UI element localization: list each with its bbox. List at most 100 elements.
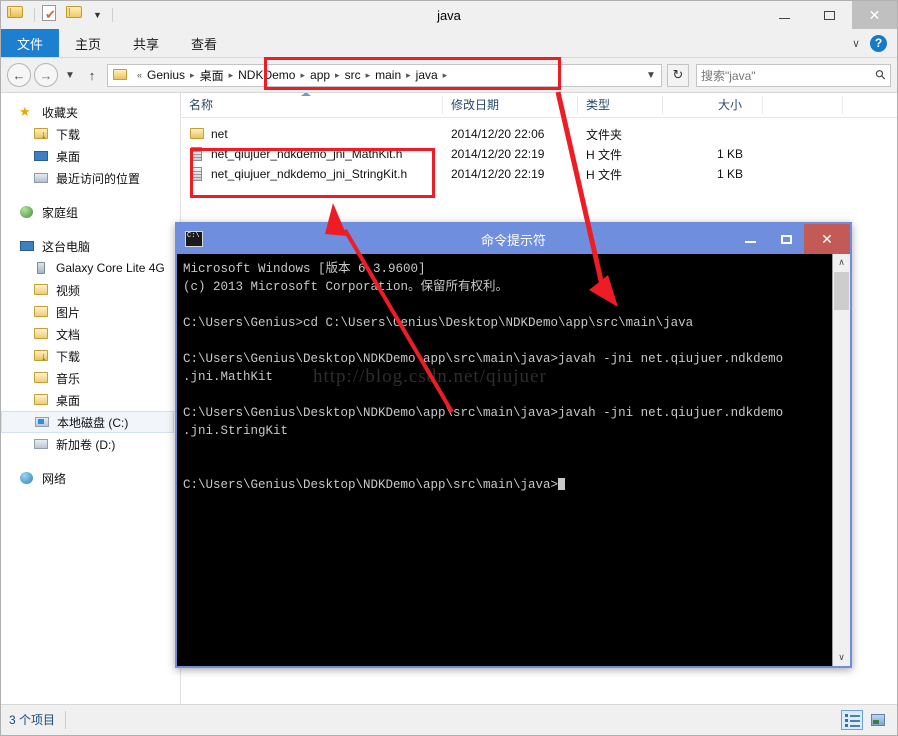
- column-header-size[interactable]: 大小: [663, 96, 763, 114]
- open-folder-icon[interactable]: [66, 5, 86, 25]
- table-row[interactable]: net_qiujuer_ndkdemo_jni_MathKit.h 2014/1…: [181, 144, 897, 164]
- scroll-down-icon[interactable]: ∨: [833, 649, 850, 666]
- breadcrumb-separator[interactable]: ▸: [333, 70, 342, 81]
- recent-locations-icon[interactable]: ▼: [61, 64, 79, 86]
- refresh-button[interactable]: ↻: [667, 63, 689, 87]
- sidebar-item-volume-d[interactable]: 新加卷 (D:): [1, 433, 180, 455]
- navigation-pane[interactable]: ★ 收藏夹 ↓ 下载 桌面 最近访问的位置 家庭组 这台电脑 Galaxy Co…: [1, 93, 181, 704]
- breadcrumb-separator[interactable]: ▸: [188, 70, 197, 81]
- file-name-cell[interactable]: net: [181, 126, 443, 142]
- breadcrumb-separator[interactable]: ▸: [441, 70, 450, 81]
- breadcrumb-item-java[interactable]: java: [413, 68, 441, 82]
- ribbon-tab-bar: 文件 主页 共享 查看 ∨ ?: [1, 29, 897, 58]
- file-name-cell[interactable]: net_qiujuer_ndkdemo_jni_MathKit.h: [181, 146, 443, 162]
- cmd-console-output[interactable]: Microsoft Windows [版本 6.3.9600] (c) 2013…: [177, 254, 832, 666]
- forward-button[interactable]: →: [34, 63, 58, 87]
- scrollbar-thumb[interactable]: [834, 272, 849, 310]
- breadcrumb-separator[interactable]: ▸: [404, 70, 413, 81]
- table-row[interactable]: net 2014/12/20 22:06 文件夹: [181, 124, 897, 144]
- tab-view[interactable]: 查看: [175, 29, 233, 57]
- address-dropdown-icon[interactable]: ▼: [643, 70, 659, 81]
- address-bar[interactable]: « Genius ▸ 桌面 ▸ NDKDemo ▸ app ▸ src ▸ ma…: [107, 63, 662, 87]
- sidebar-label: 新加卷 (D:): [56, 437, 116, 452]
- breadcrumb-item-desktop[interactable]: 桌面: [197, 67, 227, 84]
- sidebar-label: 收藏夹: [42, 105, 79, 120]
- breadcrumb-item-src[interactable]: src: [342, 68, 364, 82]
- help-icon[interactable]: ?: [870, 34, 887, 52]
- thumbnail-view-icon: [871, 714, 885, 726]
- column-header-extra[interactable]: [763, 96, 843, 114]
- sidebar-label: 桌面: [56, 393, 81, 408]
- sidebar-item-desktop-fav[interactable]: 桌面: [1, 145, 180, 167]
- tab-home[interactable]: 主页: [59, 29, 117, 57]
- chevron-down-icon[interactable]: ▼: [90, 10, 105, 20]
- sidebar-group-this-pc[interactable]: 这台电脑: [1, 235, 180, 257]
- thumbnail-view-button[interactable]: [867, 710, 889, 730]
- breadcrumb-separator[interactable]: ▸: [298, 70, 307, 81]
- sidebar-item-desktop[interactable]: 桌面: [1, 389, 180, 411]
- sidebar-group-homegroup[interactable]: 家庭组: [1, 201, 180, 223]
- cmd-body: Microsoft Windows [版本 6.3.9600] (c) 2013…: [177, 254, 850, 666]
- pictures-folder-icon: [33, 304, 51, 320]
- close-button[interactable]: ✕: [852, 1, 897, 29]
- sidebar-item-videos[interactable]: 视频: [1, 279, 180, 301]
- tab-share[interactable]: 共享: [117, 29, 175, 57]
- table-row[interactable]: net_qiujuer_ndkdemo_jni_StringKit.h 2014…: [181, 164, 897, 184]
- tab-file[interactable]: 文件: [1, 29, 60, 57]
- back-button[interactable]: ←: [7, 63, 31, 87]
- sidebar-label: 音乐: [56, 371, 81, 386]
- breadcrumb-item-genius[interactable]: Genius: [144, 68, 188, 82]
- column-header-type[interactable]: 类型: [578, 96, 663, 114]
- desktop-icon: [33, 148, 51, 164]
- h-file-icon: [189, 146, 205, 162]
- scroll-up-icon[interactable]: ∧: [833, 254, 850, 271]
- search-input[interactable]: 搜索"java": [701, 67, 876, 84]
- breadcrumb-separator[interactable]: ▸: [364, 70, 373, 81]
- up-button[interactable]: ↑: [82, 64, 102, 86]
- search-box[interactable]: 搜索"java" ⚲: [696, 63, 891, 87]
- cmd-title-bar: C:\ 命令提示符 ✕: [177, 224, 850, 254]
- sidebar-item-downloads-fav[interactable]: ↓ 下载: [1, 123, 180, 145]
- expand-ribbon-icon[interactable]: ∨: [852, 37, 860, 50]
- breadcrumb-item-ndkdemo[interactable]: NDKDemo: [235, 68, 298, 82]
- cmd-app-icon: C:\: [185, 231, 203, 247]
- address-bar-row: ← → ▼ ↑ « Genius ▸ 桌面 ▸ NDKDemo ▸ app ▸ …: [1, 58, 897, 92]
- sidebar-item-music[interactable]: 音乐: [1, 367, 180, 389]
- breadcrumb-item-app[interactable]: app: [307, 68, 333, 82]
- sidebar-item-documents[interactable]: 文档: [1, 323, 180, 345]
- sidebar-group-network[interactable]: 网络: [1, 467, 180, 489]
- status-bar: 3 个项目: [1, 704, 897, 735]
- folder-properties-icon[interactable]: [7, 5, 27, 25]
- view-mode-buttons: [841, 710, 889, 730]
- sidebar-item-pictures[interactable]: 图片: [1, 301, 180, 323]
- file-name-label: net_qiujuer_ndkdemo_jni_StringKit.h: [211, 167, 408, 181]
- details-view-button[interactable]: [841, 710, 863, 730]
- new-folder-icon[interactable]: ✔: [42, 5, 62, 25]
- sidebar-item-galaxy-core-lite[interactable]: Galaxy Core Lite 4G: [1, 257, 180, 279]
- sidebar-label: 文档: [56, 327, 81, 342]
- cmd-minimize-button[interactable]: [732, 224, 768, 254]
- sidebar-group-favorites[interactable]: ★ 收藏夹: [1, 101, 180, 123]
- column-headers: 名称 修改日期 类型 大小: [181, 93, 897, 118]
- file-date-cell: 2014/12/20 22:06: [451, 127, 545, 141]
- file-name-cell[interactable]: net_qiujuer_ndkdemo_jni_StringKit.h: [181, 166, 443, 182]
- cmd-close-button[interactable]: ✕: [804, 224, 850, 254]
- breadcrumb-separator[interactable]: ▸: [227, 70, 236, 81]
- minimize-button[interactable]: [762, 1, 807, 29]
- volume-icon: [33, 436, 51, 452]
- breadcrumb: « Genius ▸ 桌面 ▸ NDKDemo ▸ app ▸ src ▸ ma…: [135, 65, 643, 86]
- sidebar-item-downloads[interactable]: ↓ 下载: [1, 345, 180, 367]
- sidebar-item-local-disk-c[interactable]: 本地磁盘 (C:): [1, 411, 174, 433]
- maximize-button[interactable]: [807, 1, 852, 29]
- cmd-maximize-button[interactable]: [768, 224, 804, 254]
- column-header-name[interactable]: 名称: [181, 93, 443, 114]
- phone-icon: [33, 260, 51, 276]
- column-header-date[interactable]: 修改日期: [443, 96, 578, 114]
- sidebar-label: 图片: [56, 305, 81, 320]
- cmd-scrollbar[interactable]: ∧ ∨: [832, 254, 850, 666]
- breadcrumb-item-main[interactable]: main: [372, 68, 404, 82]
- sidebar-label: 这台电脑: [42, 239, 91, 254]
- sidebar-item-recent-places[interactable]: 最近访问的位置: [1, 167, 180, 189]
- documents-folder-icon: [33, 326, 51, 342]
